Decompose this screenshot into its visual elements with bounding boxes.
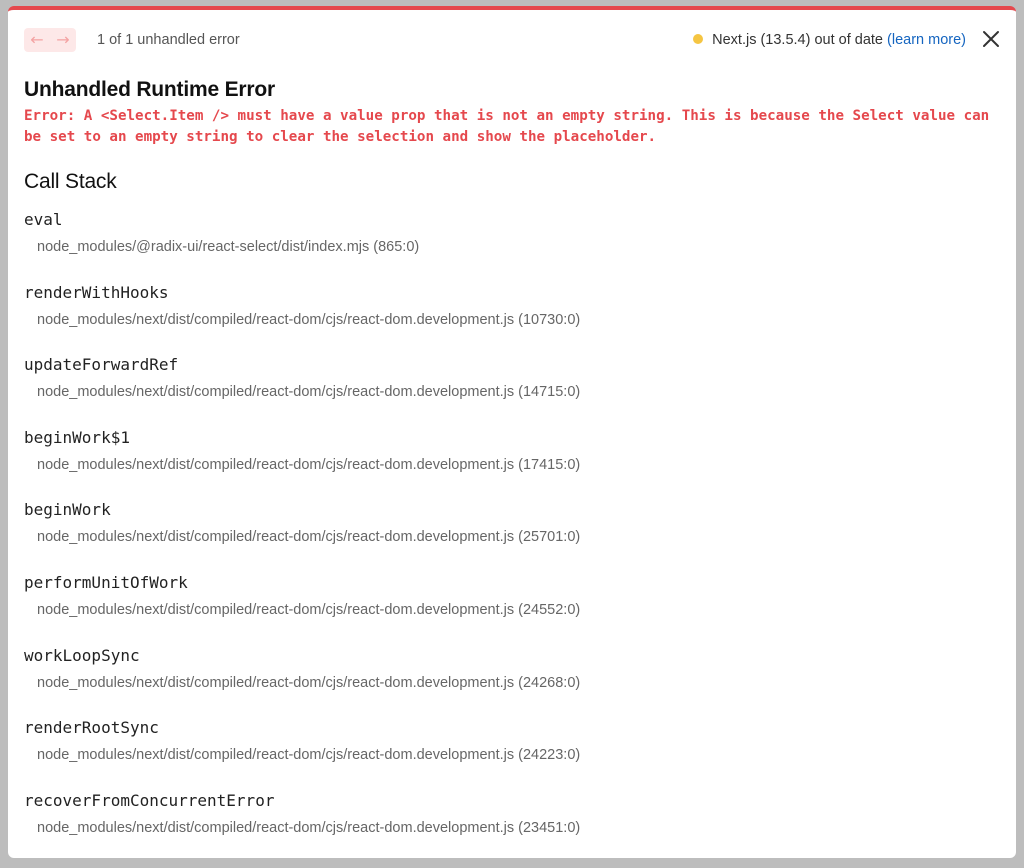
arrow-left-icon[interactable]: ← (24, 28, 50, 52)
frame-function-name: renderRootSync (24, 718, 159, 738)
arrow-right-icon[interactable]: → (50, 28, 76, 52)
callstack-frame: recoverFromConcurrentError node_modules/n… (24, 789, 1000, 858)
error-navigation: ← → (24, 28, 76, 52)
frame-function-name: updateForwardRef (24, 355, 179, 375)
callstack-frame: beginWork$1 node_modules/next/dist/compil… (24, 426, 1000, 499)
error-title: Unhandled Runtime Error (24, 78, 275, 101)
callstack-frame: performUnitOfWork node_modules/next/dist/… (24, 571, 1000, 644)
error-message: Error: A <Select.Item /> must have a val… (24, 108, 990, 145)
callstack-frame: updateForwardRef node_modules/next/dist/c… (24, 353, 1000, 426)
frame-location-link[interactable]: node_modules/next/dist/compiled/react-do… (37, 384, 1000, 400)
callstack-frames: eval node_modules/@radix-ui/react-select/… (24, 208, 1000, 858)
frame-location-link[interactable]: node_modules/next/dist/compiled/react-do… (37, 602, 1000, 618)
callstack-frame: renderWithHooks node_modules/next/dist/co… (24, 281, 1000, 354)
frame-location-link[interactable]: node_modules/next/dist/compiled/react-do… (37, 529, 1000, 545)
frame-function-name: eval (24, 210, 63, 229)
frame-function-name: recoverFromConcurrentError (24, 790, 275, 810)
frame-location-link[interactable]: node_modules/next/dist/compiled/react-do… (37, 457, 1000, 473)
error-toolbar: ← → 1 of 1 unhandled error Next.js (13.5… (24, 26, 1000, 54)
frame-function-name: beginWork$1 (24, 427, 130, 447)
version-status: Next.js (13.5.4) out of date (learn more… (693, 32, 966, 48)
frame-function-name: workLoopSync (24, 645, 140, 665)
frame-function-name: renderWithHooks (24, 282, 169, 302)
frame-location-link[interactable]: node_modules/next/dist/compiled/react-do… (37, 820, 1000, 836)
frame-location-link[interactable]: node_modules/next/dist/compiled/react-do… (37, 312, 1000, 328)
callstack-frame: eval node_modules/@radix-ui/react-select/… (24, 208, 1000, 281)
close-icon[interactable] (978, 26, 1004, 52)
status-dot-icon (693, 34, 704, 44)
version-text: Next.js (13.5.4) out of date (712, 32, 883, 48)
learn-more-link[interactable]: (learn more) (887, 32, 966, 48)
frame-location-link[interactable]: node_modules/next/dist/compiled/react-do… (37, 747, 1000, 763)
frame-location-link[interactable]: node_modules/@radix-ui/react-select/dist… (37, 239, 1000, 255)
error-dialog: ← → 1 of 1 unhandled error Next.js (13.5… (8, 6, 1016, 858)
callstack-frame: renderRootSync node_modules/next/dist/com… (24, 716, 1000, 789)
frame-function-name: performUnitOfWork (24, 572, 188, 592)
frame-location-link[interactable]: node_modules/next/dist/compiled/react-do… (37, 675, 1000, 691)
callstack-frame: beginWork node_modules/next/dist/compiled… (24, 498, 1000, 571)
callstack-title: Call Stack (24, 170, 117, 193)
frame-function-name: beginWork (24, 500, 111, 520)
callstack-frame: workLoopSync node_modules/next/dist/compi… (24, 644, 1000, 717)
error-count: 1 of 1 unhandled error (97, 32, 240, 48)
